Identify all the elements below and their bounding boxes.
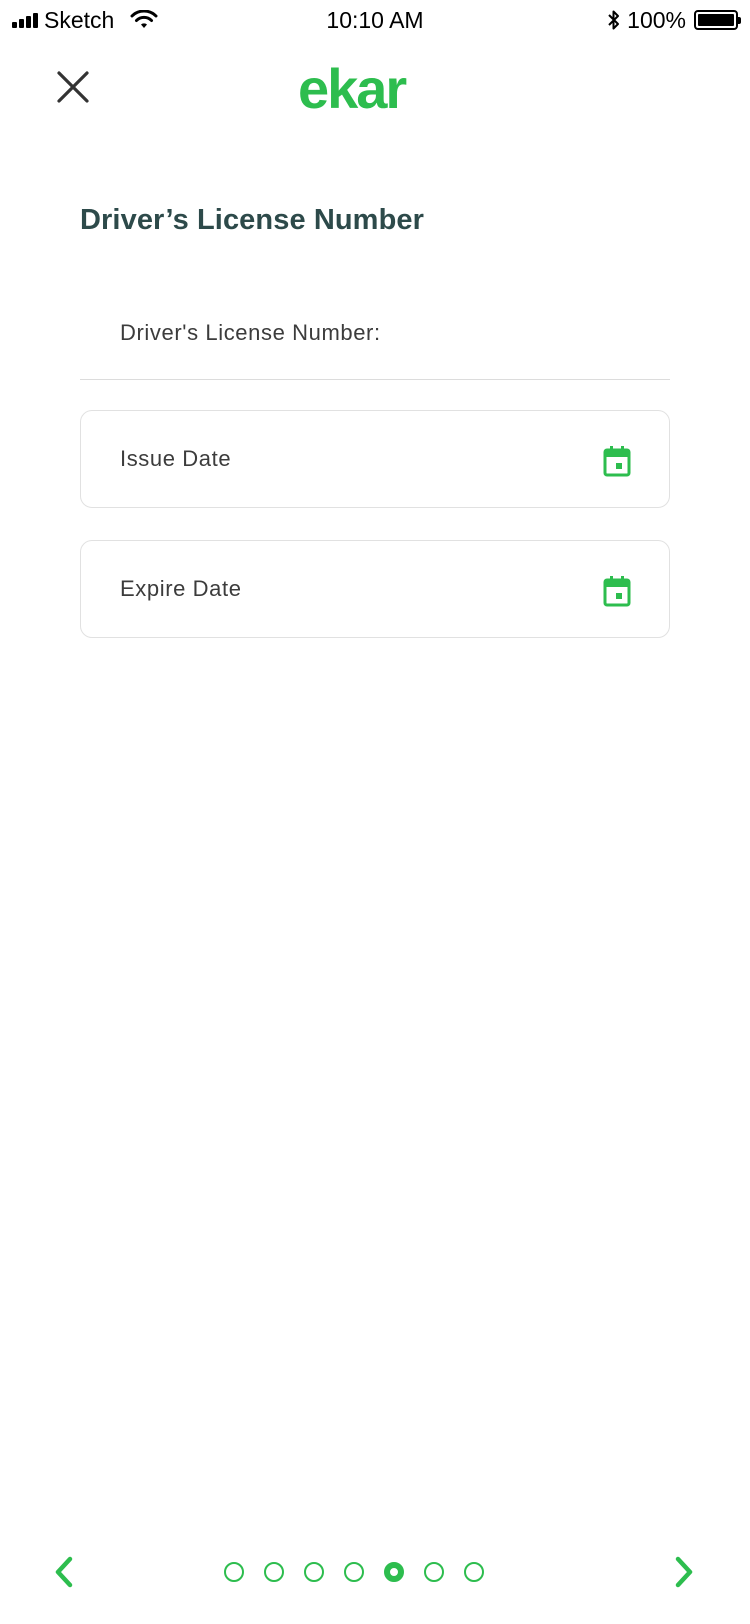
pagination-dot	[464, 1562, 484, 1582]
pagination-dot-active	[384, 1562, 404, 1582]
calendar-icon[interactable]	[603, 445, 631, 477]
logo-text: ekar	[298, 58, 406, 116]
pagination-dot	[264, 1562, 284, 1582]
issue-date-label: Issue Date	[120, 446, 232, 471]
status-bar: Sketch 10:10 AM 100%	[0, 0, 750, 40]
pagination-dot	[344, 1562, 364, 1582]
calendar-icon[interactable]	[603, 575, 631, 607]
license-number-label: Driver's License Number:	[120, 320, 381, 345]
battery-percentage: 100%	[627, 7, 686, 33]
battery-icon	[694, 10, 741, 30]
expire-date-field[interactable]: Expire Date	[80, 540, 670, 638]
pagination-dot	[304, 1562, 324, 1582]
page-title: Driver’s License Number	[80, 204, 424, 236]
pagination-dot	[224, 1562, 244, 1582]
status-right: 100%	[607, 7, 741, 33]
chevron-left-icon[interactable]	[50, 1555, 78, 1589]
license-number-field[interactable]: Driver's License Number:	[80, 300, 670, 380]
chevron-right-icon[interactable]	[670, 1555, 698, 1589]
issue-date-field[interactable]: Issue Date	[80, 410, 670, 508]
pagination-dot	[424, 1562, 444, 1582]
bluetooth-icon	[608, 10, 620, 30]
pagination-dots	[224, 1562, 484, 1582]
expire-date-label: Expire Date	[120, 576, 242, 601]
ekar-logo: ekar	[298, 58, 408, 116]
close-icon[interactable]	[56, 70, 90, 104]
